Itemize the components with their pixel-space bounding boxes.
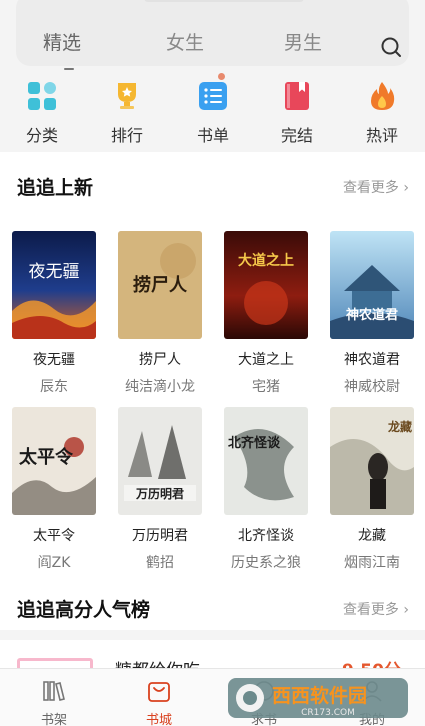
book-author: 阎ZK <box>37 555 71 571</box>
book-cover: 夜无疆 <box>12 231 96 339</box>
book-cover: 万历明君 <box>118 407 202 515</box>
category-booklist[interactable]: 书单 <box>183 80 243 146</box>
tab-female-badge-dot <box>218 73 225 80</box>
book-cover-art: 北齐怪谈 <box>224 407 308 515</box>
category-label: 热评 <box>365 126 398 145</box>
chevron-right-icon: › <box>403 180 409 196</box>
nav-label: 书城 <box>145 713 172 726</box>
search-icon[interactable] <box>380 36 402 58</box>
book-title: 捞尸人 <box>139 352 181 368</box>
cover-title: 万历明君 <box>135 487 184 501</box>
category-label: 分类 <box>25 126 58 145</box>
section-title-new: 追追上新 <box>17 177 94 199</box>
bookshelf-icon <box>43 681 65 701</box>
book-card[interactable]: 北齐怪谈 北齐怪谈 历史系之狼 <box>224 407 308 572</box>
book-icon <box>285 82 309 110</box>
cover-title: 龙藏 <box>388 419 412 434</box>
cover-title: 大道之上 <box>238 252 294 269</box>
book-title: 北齐怪谈 <box>238 528 294 544</box>
book-cover: 捞尸人 <box>118 231 202 339</box>
header-pill <box>144 0 304 2</box>
cover-title: 夜无疆 <box>29 262 80 282</box>
see-more-label: 查看更多 <box>342 602 399 618</box>
book-title: 龙藏 <box>358 528 386 544</box>
active-tab-indicator <box>64 68 74 70</box>
book-card[interactable]: 神农道君 神农道君 神威校尉 <box>330 231 414 396</box>
category-label: 完结 <box>280 126 313 145</box>
nav-store[interactable]: 书城 <box>129 679 189 726</box>
nav-bookshelf[interactable]: 书架 <box>24 679 84 726</box>
book-cover: 太平令 <box>12 407 96 515</box>
chevron-right-icon: › <box>403 602 409 618</box>
section-title-popular: 追追高分人气榜 <box>17 599 151 621</box>
category-hot-comments[interactable]: 热评 <box>352 80 412 146</box>
book-cover-art: 夜无疆 <box>12 231 96 339</box>
watermark-logo: 西西软件园 CR173.COM <box>228 678 408 718</box>
book-cover-art: 大道之上 <box>224 231 308 339</box>
book-author: 神威校尉 <box>344 379 400 395</box>
book-cover-art: 神农道君 <box>330 231 414 339</box>
see-more-new[interactable]: 查看更多 › <box>343 177 409 197</box>
book-card[interactable]: 太平令 太平令 阎ZK <box>12 407 96 572</box>
tab-male[interactable]: 男生 <box>284 28 322 55</box>
content-panel: 追追上新 查看更多 › 夜无疆 夜无疆 辰东 捞尸人 捞尸人 纯洁滴小龙 大道之… <box>0 152 425 630</box>
category-label: 排行 <box>110 126 143 145</box>
list-icon <box>199 82 227 110</box>
book-author: 烟雨江南 <box>344 555 400 571</box>
category-row: 分类 排行 书单 完结 热评 <box>0 80 425 150</box>
category-label: 书单 <box>196 126 229 145</box>
store-bag-icon <box>148 682 170 702</box>
book-author: 历史系之狼 <box>231 555 301 571</box>
book-cover-art: 太平令 <box>12 407 96 515</box>
grid-icon <box>28 82 56 110</box>
cover-title: 捞尸人 <box>133 274 188 296</box>
watermark-text: 西西软件园 <box>272 684 367 707</box>
book-cover: 北齐怪谈 <box>224 407 308 515</box>
book-title: 万历明君 <box>132 528 188 544</box>
book-cover: 神农道君 <box>330 231 414 339</box>
book-author: 鹤招 <box>146 555 174 571</box>
book-cover-art: 万历明君 <box>118 407 202 515</box>
book-cover-art: 捞尸人 <box>118 231 202 339</box>
book-title: 夜无疆 <box>33 352 75 368</box>
cover-title: 太平令 <box>19 446 74 468</box>
category-ranking[interactable]: 排行 <box>97 80 157 146</box>
watermark-subtext: CR173.COM <box>301 708 355 718</box>
cover-title: 神农道君 <box>346 307 398 323</box>
book-cover-art: 龙藏 <box>330 407 414 515</box>
category-classify[interactable]: 分类 <box>12 80 72 146</box>
channel-tabs: 精选 女生 男生 <box>0 28 425 80</box>
top-header: 精选 女生 男生 分类 排行 书单 完结 热评 <box>0 0 425 152</box>
tab-featured[interactable]: 精选 <box>43 28 81 55</box>
book-title: 神农道君 <box>344 352 400 368</box>
book-title: 太平令 <box>33 528 75 544</box>
cover-title: 北齐怪谈 <box>228 435 281 451</box>
book-card[interactable]: 夜无疆 夜无疆 辰东 <box>12 231 96 396</box>
book-card[interactable]: 万历明君 万历明君 鹤招 <box>118 407 202 572</box>
book-card[interactable]: 大道之上 大道之上 宅猪 <box>224 231 308 396</box>
book-cover: 龙藏 <box>330 407 414 515</box>
book-cover: 大道之上 <box>224 231 308 339</box>
book-card[interactable]: 龙藏 龙藏 烟雨江南 <box>330 407 414 572</box>
see-more-popular[interactable]: 查看更多 › <box>343 599 409 619</box>
tab-female[interactable]: 女生 <box>166 28 204 55</box>
book-author: 辰东 <box>40 379 68 395</box>
trophy-icon <box>118 83 136 109</box>
book-title: 大道之上 <box>238 352 294 368</box>
category-finished[interactable]: 完结 <box>267 80 327 146</box>
nav-label: 书架 <box>40 713 67 726</box>
see-more-label: 查看更多 <box>342 180 399 196</box>
book-author: 纯洁滴小龙 <box>125 379 195 395</box>
book-card[interactable]: 捞尸人 捞尸人 纯洁滴小龙 <box>118 231 202 396</box>
book-author: 宅猪 <box>252 379 280 395</box>
flame-icon <box>371 82 395 110</box>
